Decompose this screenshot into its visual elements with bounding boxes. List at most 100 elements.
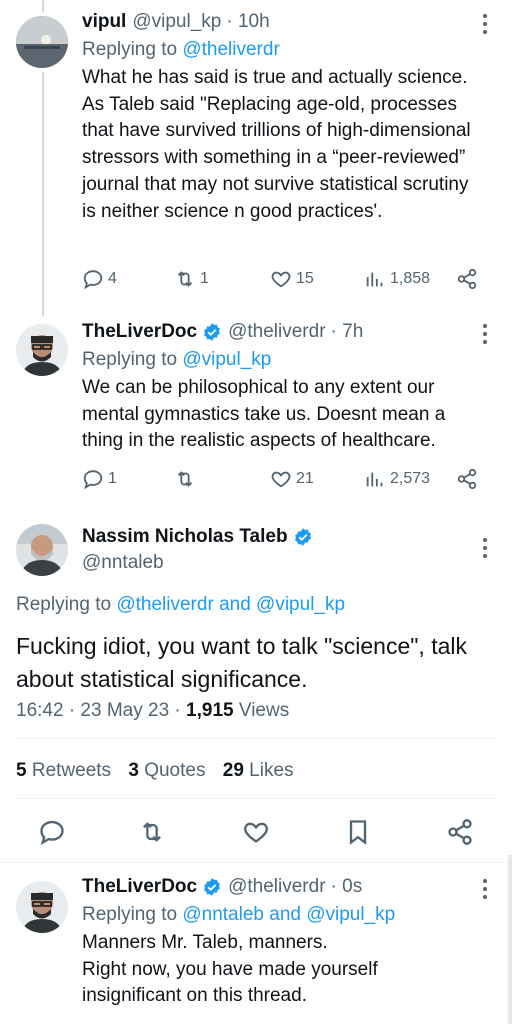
main-tweet-actions: [0, 818, 512, 846]
author-handle[interactable]: @nntaleb: [82, 552, 313, 574]
tweet-actions: 4 1 15 1,858: [82, 268, 494, 294]
share-icon: [457, 268, 477, 290]
mention-link[interactable]: @theliverdr: [182, 39, 279, 60]
heart-icon: [271, 271, 291, 288]
tweet-text: We can be philosophical to any extent ou…: [82, 377, 446, 452]
retweets-stat[interactable]: 5 Retweets: [16, 760, 111, 781]
more-options-icon[interactable]: [482, 538, 488, 558]
avatar[interactable]: [16, 324, 68, 376]
tweet-reply-theliverdoc[interactable]: TheLiverDoc @theliverdr · 0s Replying to…: [0, 863, 512, 1024]
reply-button[interactable]: 1: [82, 468, 117, 490]
tweet-text: What he has said is true and actually sc…: [82, 67, 471, 222]
views-button[interactable]: 2,573: [364, 468, 430, 490]
like-button[interactable]: 15: [270, 268, 314, 290]
mention-link[interactable]: @vipul_kp: [306, 904, 395, 925]
quotes-label: Quotes: [144, 760, 206, 781]
likes-label: Likes: [249, 760, 294, 781]
tweet-vipul[interactable]: vipul @vipul_kp · 10h Replying to @theli…: [0, 0, 512, 310]
view-count: 1,915: [186, 700, 234, 721]
reply-button[interactable]: 4: [82, 268, 117, 290]
more-options-icon[interactable]: [482, 324, 488, 344]
tweet-text: Fucking idiot, you want to talk "science…: [16, 633, 467, 692]
view-count: 2,573: [390, 470, 431, 487]
like-count: 15: [296, 270, 314, 287]
timestamp[interactable]: · 7h: [331, 320, 364, 344]
quotes-count: 3: [128, 760, 139, 781]
replying-and: and: [269, 904, 301, 925]
verified-badge-icon: [294, 528, 311, 546]
retweet-button[interactable]: 1: [174, 268, 209, 290]
heart-icon[interactable]: [242, 818, 270, 846]
verified-badge-icon: [204, 323, 221, 341]
tweet-text: Manners Mr. Taleb, manners. Right now, y…: [82, 930, 476, 1010]
replying-prefix: Replying to: [16, 594, 112, 615]
views-button[interactable]: 1,858: [364, 268, 430, 290]
tweet-theliverdoc[interactable]: TheLiverDoc @theliverdr · 7h Replying to…: [0, 316, 512, 506]
view-count: 1,858: [390, 270, 431, 287]
likes-stat[interactable]: 29 Likes: [223, 760, 294, 781]
timestamp[interactable]: · 0s: [331, 875, 363, 899]
timestamp[interactable]: 16:42 · 23 May 23 ·: [16, 700, 181, 721]
reply-icon: [83, 470, 103, 490]
avatar[interactable]: [16, 16, 68, 68]
mention-link[interactable]: @nntaleb: [182, 904, 264, 925]
retweet-icon[interactable]: [138, 818, 166, 846]
author-handle[interactable]: @vipul_kp: [132, 10, 221, 34]
avatar[interactable]: [16, 524, 68, 576]
author-name[interactable]: TheLiverDoc: [82, 320, 197, 344]
divider: [16, 798, 496, 799]
avatar[interactable]: [16, 881, 68, 933]
more-options-icon[interactable]: [482, 879, 488, 899]
reply-count: 1: [108, 470, 117, 487]
retweets-label: Retweets: [31, 760, 112, 781]
retweets-count: 5: [16, 760, 27, 781]
share-icon[interactable]: [446, 818, 474, 846]
reply-icon[interactable]: [38, 818, 66, 846]
like-button[interactable]: 21: [270, 468, 314, 490]
retweet-icon: [177, 271, 193, 287]
quotes-stat[interactable]: 3 Quotes: [128, 760, 205, 781]
author-handle[interactable]: @theliverdr: [228, 875, 325, 899]
replying-prefix: Replying to: [82, 904, 178, 925]
replying-to: Replying to @theliverdr: [82, 38, 476, 62]
reply-icon: [83, 270, 103, 290]
replying-to: Replying to @nntaleb and @vipul_kp: [82, 903, 476, 927]
share-button[interactable]: [456, 468, 478, 490]
bookmark-icon[interactable]: [344, 818, 372, 846]
replying-prefix: Replying to: [82, 349, 178, 370]
tweet-meta: 16:42 · 23 May 23 · 1,915 Views: [16, 700, 289, 722]
mention-link[interactable]: @vipul_kp: [256, 594, 345, 615]
divider: [16, 738, 496, 739]
share-button[interactable]: [456, 268, 478, 290]
replying-to: Replying to @theliverdr and @vipul_kp: [16, 594, 345, 616]
views-label: Views: [238, 700, 290, 721]
share-icon: [457, 468, 477, 490]
like-count: 21: [296, 470, 314, 487]
reply-count: 4: [108, 270, 117, 287]
views-icon: [366, 472, 383, 487]
author-name[interactable]: vipul: [82, 10, 126, 34]
tweet-text-line: Manners Mr. Taleb, manners.: [82, 932, 328, 953]
mention-link[interactable]: @theliverdr: [116, 594, 213, 615]
replying-to: Replying to @vipul_kp: [82, 348, 476, 372]
mention-link[interactable]: @vipul_kp: [182, 349, 271, 370]
retweet-count: 1: [200, 270, 209, 287]
views-icon: [366, 272, 383, 287]
verified-badge-icon: [204, 878, 221, 896]
tweet-actions: 1 21 2,573: [82, 468, 494, 494]
tweet-text-line: Right now, you have made yourself insign…: [82, 958, 378, 1007]
author-name[interactable]: Nassim Nicholas Taleb: [82, 526, 288, 548]
main-tweet[interactable]: Nassim Nicholas Taleb @nntaleb Replying …: [0, 512, 512, 858]
likes-count: 29: [222, 760, 244, 781]
author-handle[interactable]: @theliverdr: [228, 320, 325, 344]
scrollbar[interactable]: [508, 855, 512, 1024]
replying-and: and: [219, 594, 251, 615]
retweet-button[interactable]: [174, 468, 200, 490]
timestamp[interactable]: · 10h: [226, 10, 269, 34]
engagement-stats: 5 Retweets 3 Quotes 29 Likes: [16, 760, 294, 782]
more-options-icon[interactable]: [482, 14, 488, 34]
replying-prefix: Replying to: [82, 39, 178, 60]
heart-icon: [271, 471, 291, 488]
retweet-icon: [177, 471, 193, 487]
author-name[interactable]: TheLiverDoc: [82, 875, 197, 899]
